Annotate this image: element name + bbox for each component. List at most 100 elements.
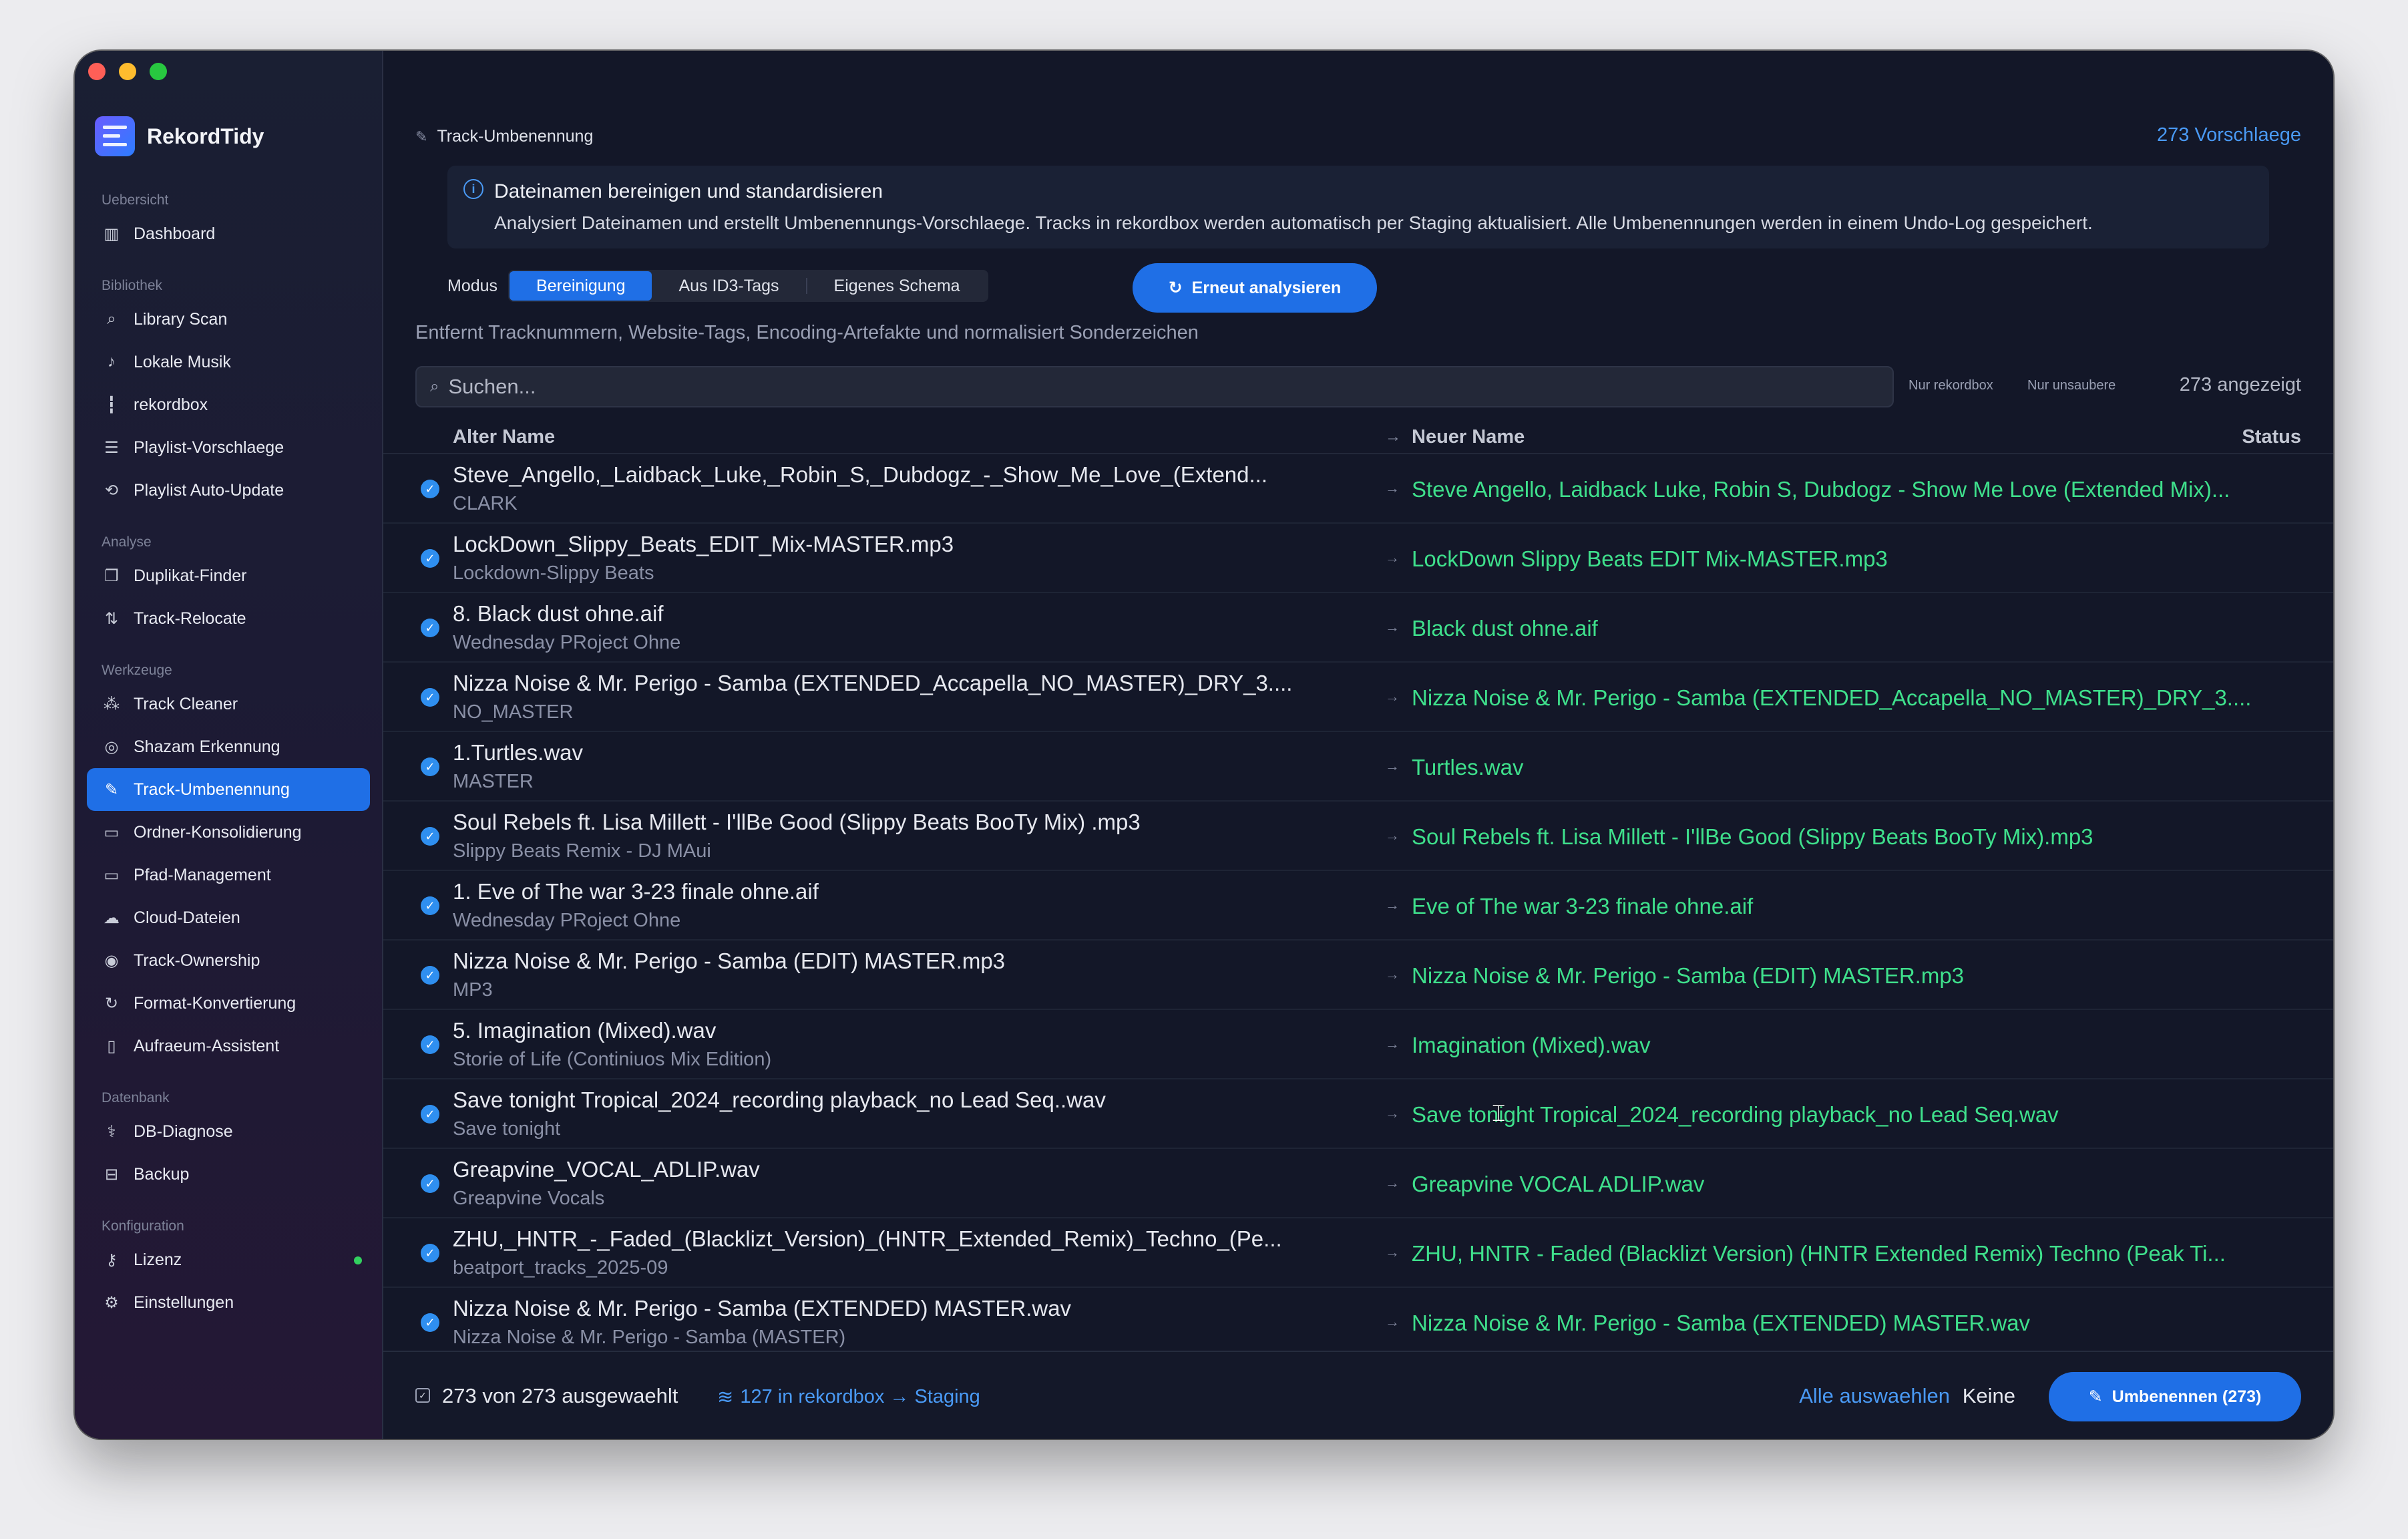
table-row[interactable]: ✓ LockDown_Slippy_Beats_EDIT_Mix-MASTER.m… [383,524,2333,593]
new-name: Save tonight Tropical_2024_recording pla… [1412,1102,2059,1127]
sidebar-item-ordner-konsolidierung[interactable]: ▭ Ordner-Konsolidierung [87,811,370,854]
sidebar-item-track-ownership[interactable]: ◉ Track-Ownership [87,939,370,982]
filter-only-unclean[interactable]: Nur unsaubere [2027,378,2116,393]
minimize-window-button[interactable] [119,63,136,80]
row-checkbox[interactable]: ✓ [421,1244,439,1262]
row-checkbox[interactable]: ✓ [421,480,439,498]
old-name-subtitle: MP3 [453,979,493,1001]
column-new-name[interactable]: Neuer Name [1412,426,1525,448]
sidebar-item-track-umbenennung[interactable]: ✎ Track-Umbenennung [87,768,370,811]
music-note-icon: ♪ [108,353,116,371]
row-checkbox[interactable]: ✓ [421,1174,439,1193]
table-row[interactable]: ✓ 5. Imagination (Mixed).wav Storie of Lif… [383,1010,2333,1079]
select-all-button[interactable]: Alle auswaehlen [1799,1384,1950,1408]
row-checkbox[interactable]: ✓ [421,688,439,707]
row-checkbox[interactable]: ✓ [421,896,439,915]
filter-only-rekordbox[interactable]: Nur rekordbox [1909,378,1993,393]
new-name: Turtles.wav [1412,755,1524,780]
sidebar-section-title: Konfiguration [102,1218,184,1234]
sidebar-item-track-cleaner[interactable]: ⁂ Track Cleaner [87,683,370,725]
table-row[interactable]: ✓ Nizza Noise & Mr. Perigo - Samba (EXTEN… [383,663,2333,732]
table-row[interactable]: ✓ 1.Turtles.wav MASTER → Turtles.wav [383,732,2333,802]
playlist-add-icon: ☰ [104,438,119,457]
table-row[interactable]: ✓ Nizza Noise & Mr. Perigo - Samba (EDIT)… [383,940,2333,1010]
sidebar-item-lokale-musik[interactable]: ♪ Lokale Musik [87,341,370,383]
row-checkbox[interactable]: ✓ [421,757,439,776]
sidebar-item-pfad-management[interactable]: ▭ Pfad-Management [87,854,370,896]
arrow-right-icon: → [1385,1244,1400,1260]
bar-chart-icon: ▥ [104,224,120,243]
mode-label: Modus [447,276,498,295]
sidebar-item-label: rekordbox [134,395,208,414]
sidebar-item-format-konvertierung[interactable]: ↻ Format-Konvertierung [87,982,370,1025]
sidebar-item-track-relocate[interactable]: ⇅ Track-Relocate [87,597,370,640]
arrow-right-icon: → [1385,1174,1400,1191]
mode-selector: Modus Bereinigung Aus ID3-Tags Eigenes S… [447,269,988,303]
sidebar-item-playlist-vorschlaege[interactable]: ☰ Playlist-Vorschlaege [87,426,370,469]
sidebar-item-backup[interactable]: ⊟ Backup [87,1153,370,1196]
mode-option-id3-tags[interactable]: Aus ID3-Tags [652,271,805,301]
shown-count: 273 angezeigt [2179,374,2301,395]
mode-option-bereinigung[interactable]: Bereinigung [510,271,652,301]
swap-icon: ⇅ [104,609,119,628]
table-row[interactable]: ✓ Save tonight Tropical_2024_recording pl… [383,1079,2333,1149]
sidebar-item-aufraeum-assistent[interactable]: ▯ Aufraeum-Assistent [87,1025,370,1067]
sidebar-item-cloud-dateien[interactable]: ☁ Cloud-Dateien [87,896,370,939]
rekordbox-staging-label: 127 in rekordbox → Staging [740,1386,980,1407]
mode-option-custom-schema[interactable]: Eigenes Schema [807,271,987,301]
sidebar-item-lizenz[interactable]: ⚷ Lizenz [87,1238,370,1281]
row-checkbox[interactable]: ✓ [421,619,439,637]
table-row[interactable]: ✓ Nizza Noise & Mr. Perigo - Samba (EXTEN… [383,1288,2333,1357]
table-row[interactable]: ✓ Soul Rebels ft. Lisa Millett - I'llBe G… [383,802,2333,871]
old-name: LockDown_Slippy_Beats_EDIT_Mix-MASTER.mp… [453,532,954,556]
old-name-subtitle: Greapvine Vocals [453,1188,605,1209]
close-window-button[interactable] [88,63,106,80]
sidebar-item-einstellungen[interactable]: ⚙ Einstellungen [87,1281,370,1324]
old-name-subtitle: MASTER [453,771,534,792]
sidebar-item-library-scan[interactable]: ⌕ Library Scan [87,298,370,341]
sidebar-item-shazam-erkennung[interactable]: ◎ Shazam Erkennung [87,725,370,768]
sidebar-item-label: Track-Ownership [134,951,260,970]
column-status[interactable]: Status [2242,426,2301,448]
row-checkbox[interactable]: ✓ [421,966,439,985]
arrow-right-icon: → [1385,480,1400,496]
magic-wand-icon: ⁂ [104,695,120,713]
new-name: Nizza Noise & Mr. Perigo - Samba (EXTEND… [1412,1311,2031,1335]
table-row[interactable]: ✓ 1. Eve of The war 3-23 finale ohne.aif W… [383,871,2333,940]
main-content: ✎ Track-Umbenennung 273 Vorschlaege i Da… [383,51,2333,1439]
table-row[interactable]: ✓ 8. Black dust ohne.aif Wednesday PRoject… [383,593,2333,663]
reanalyze-button[interactable]: ↻ Erneut analysieren [1133,263,1377,313]
sidebar-section-title: Werkzeuge [102,663,172,678]
sidebar-item-label: Duplikat-Finder [134,566,247,585]
rename-button[interactable]: ✎ Umbenennen (273) [2049,1372,2301,1421]
table-row[interactable]: ✓ Greapvine_VOCAL_ADLIP.wav Greapvine Voca… [383,1149,2333,1218]
refresh-loop-icon: ⟲ [104,481,119,500]
window-controls [88,63,167,80]
row-checkbox[interactable]: ✓ [421,827,439,846]
sidebar-item-label: Track-Umbenennung [134,780,290,799]
row-checkbox[interactable]: ✓ [421,549,439,568]
footer-bar: ✓ 273 von 273 ausgewaehlt ≋ 127 in rekor… [383,1351,2333,1439]
search-input[interactable] [448,375,1851,399]
table-row[interactable]: ✓ ZHU,_HNTR_-_Faded_(Blacklizt_Version)_(… [383,1218,2333,1288]
rename-table: ✓ Steve_Angello,_Laidback_Luke,_Robin_S,_… [383,454,2333,1357]
row-checkbox[interactable]: ✓ [421,1313,439,1332]
app-window: RekordTidy Uebersicht ▥ Dashboard Bibliothe… [75,51,2333,1439]
select-none-button[interactable]: Keine [1963,1384,2015,1408]
arrow-right-icon: → [1385,428,1401,446]
sidebar-item-playlist-auto-update[interactable]: ⟲ Playlist Auto-Update [87,469,370,512]
sidebar-item-label: Track-Relocate [134,609,246,628]
sidebar-item-dashboard[interactable]: ▥ Dashboard [87,212,370,255]
column-old-name[interactable]: Alter Name [453,426,555,448]
table-row[interactable]: ✓ Steve_Angello,_Laidback_Luke,_Robin_S,_… [383,454,2333,524]
sidebar-item-db-diagnose[interactable]: ⚕ DB-Diagnose [87,1110,370,1153]
row-checkbox[interactable]: ✓ [421,1035,439,1054]
sidebar-item-duplikat-finder[interactable]: ❐ Duplikat-Finder [87,554,370,597]
zoom-window-button[interactable] [150,63,167,80]
suggestion-count[interactable]: 273 Vorschlaege [2157,124,2301,146]
sidebar-item-rekordbox[interactable]: ┇ rekordbox [87,383,370,426]
row-checkbox[interactable]: ✓ [421,1105,439,1124]
mouse-cursor-icon: ⌶ [1492,1101,1506,1126]
select-all-checkbox[interactable]: ✓ [415,1388,430,1403]
info-text: Analysiert Dateinamen und erstellt Umben… [494,212,2093,233]
